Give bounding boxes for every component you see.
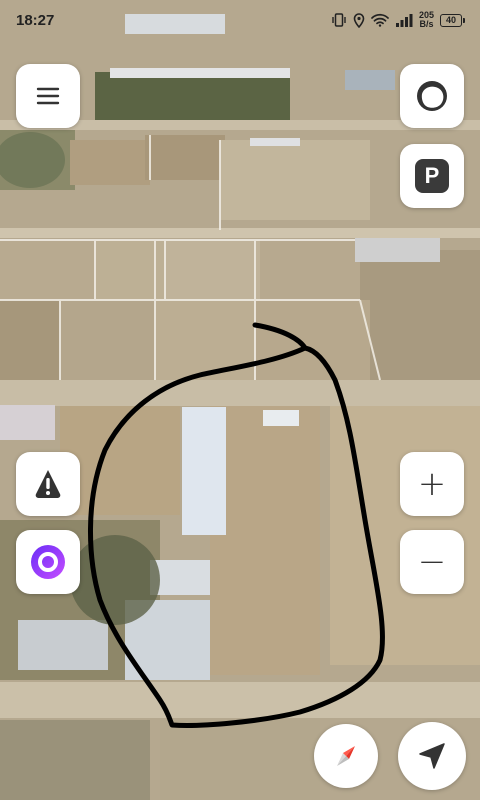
wifi-icon: [371, 13, 389, 27]
status-bar: 18:27 205 B/s 40: [0, 0, 480, 40]
navigation-arrow-icon: [419, 743, 445, 769]
network-speed: 205 B/s: [419, 11, 434, 29]
plus-icon: +: [417, 464, 447, 504]
road: [0, 682, 480, 718]
building: [110, 68, 290, 78]
my-location-button[interactable]: [398, 722, 466, 790]
plot-dotted: [220, 140, 370, 220]
parking-button[interactable]: P: [400, 144, 464, 208]
hamburger-menu-icon: [36, 87, 60, 105]
tree-cluster: [70, 535, 160, 625]
compass-button[interactable]: [314, 724, 378, 788]
voice-assistant-icon: [31, 545, 65, 579]
signal-icon: [395, 14, 413, 27]
building: [18, 620, 108, 670]
map-layers-icon: [417, 81, 447, 111]
plot: [255, 300, 370, 380]
plot: [60, 300, 155, 380]
location-icon: [353, 12, 365, 28]
plot: [260, 240, 360, 300]
voice-assistant-button[interactable]: [16, 530, 80, 594]
building: [263, 410, 299, 426]
vibrate-icon: [332, 13, 346, 27]
road: [0, 380, 480, 406]
parking-icon: P: [415, 159, 449, 193]
building: [0, 405, 55, 440]
building: [355, 238, 440, 262]
plot: [145, 135, 225, 180]
compass-icon: [337, 746, 355, 766]
building: [182, 407, 226, 535]
plot: [0, 300, 60, 380]
road: [0, 228, 480, 238]
menu-button[interactable]: [16, 64, 80, 128]
status-time: 18:27: [16, 11, 55, 29]
plot: [210, 405, 320, 675]
road-alert-button[interactable]: [16, 452, 80, 516]
building: [345, 70, 395, 90]
network-speed-unit: B/s: [419, 19, 434, 29]
status-icons: 205 B/s 40: [331, 11, 465, 29]
map-layers-button[interactable]: [400, 64, 464, 128]
battery-indicator: 40: [440, 13, 465, 27]
plot: [0, 240, 95, 300]
road-alert-icon: [35, 470, 61, 498]
minus-icon: −: [417, 542, 447, 582]
plot: [360, 250, 480, 380]
plot: [160, 720, 320, 800]
field-dark: [0, 720, 150, 800]
plot: [165, 240, 260, 300]
building: [250, 138, 300, 146]
zoom-out-button[interactable]: −: [400, 530, 464, 594]
zoom-in-button[interactable]: +: [400, 452, 464, 516]
plot: [70, 140, 150, 185]
